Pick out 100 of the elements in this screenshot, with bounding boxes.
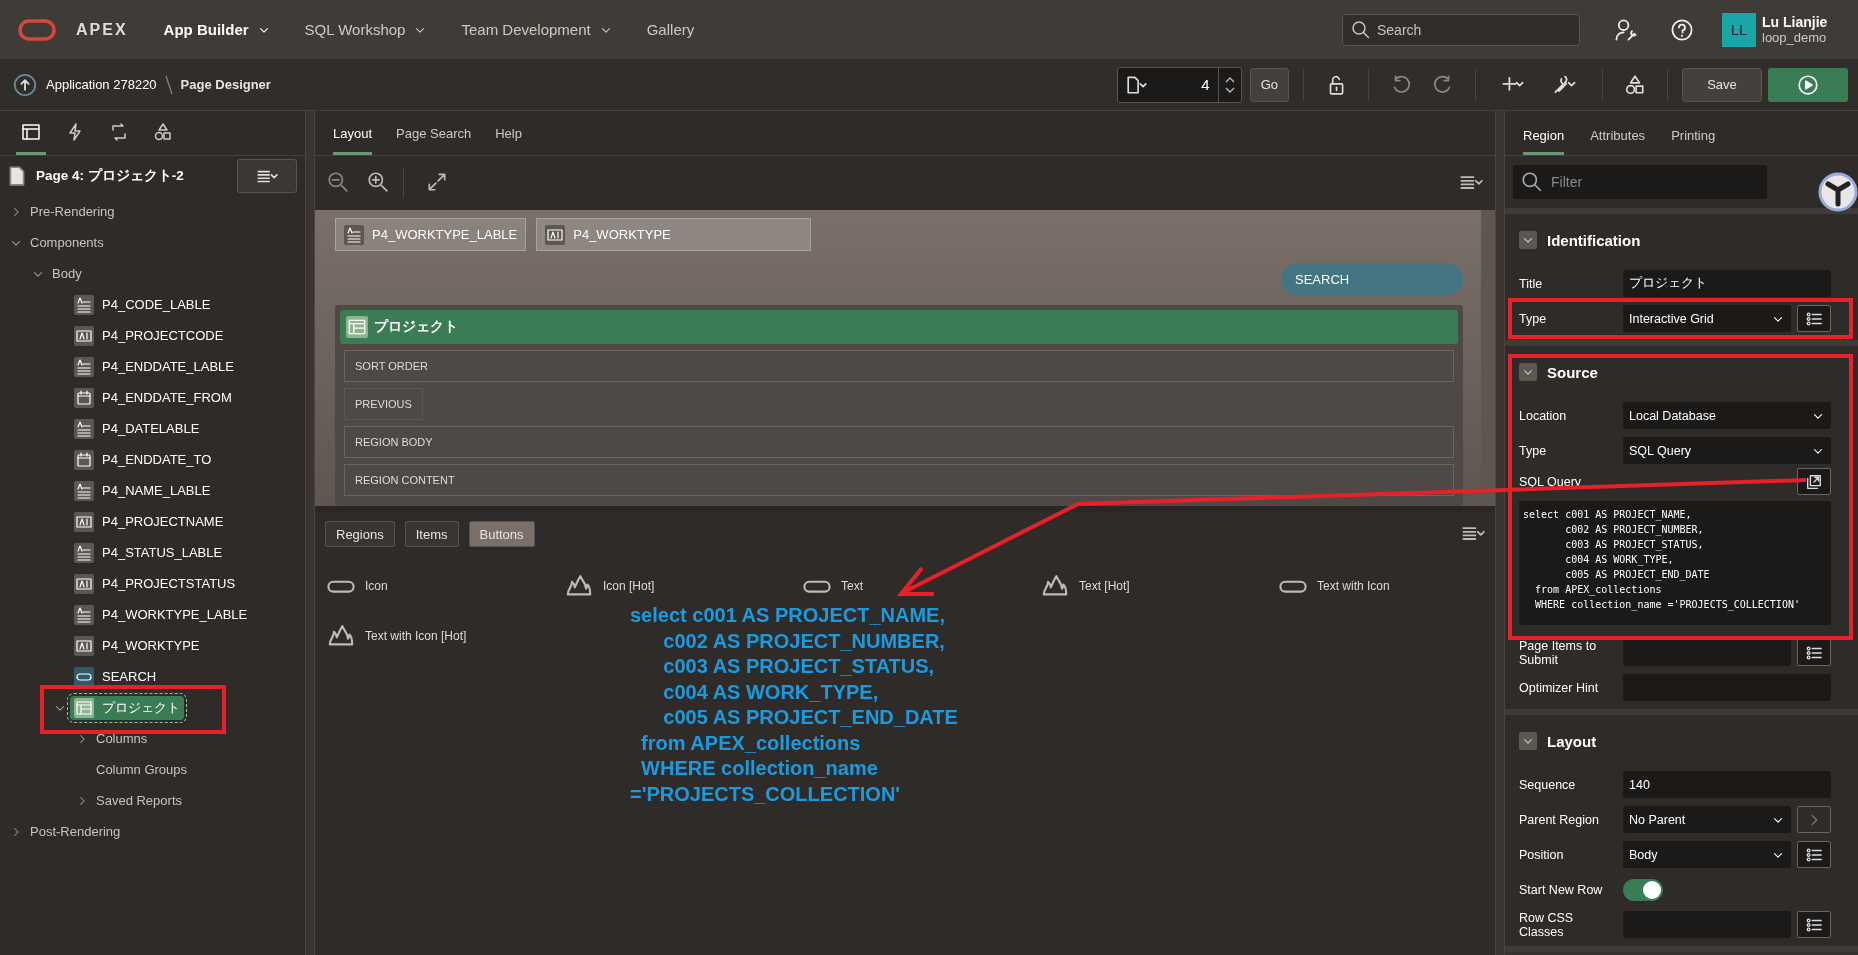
nav-menu-item[interactable]: Team Development <box>461 21 613 38</box>
tree-node[interactable]: P4_ENDDATE_TO <box>70 447 216 472</box>
select-field[interactable]: Local Database <box>1623 402 1831 429</box>
page-number-field[interactable]: 4 <box>1155 75 1218 94</box>
text-field[interactable]: 140 <box>1623 771 1831 798</box>
assistant-logo-icon <box>1818 172 1858 212</box>
collapse-button[interactable] <box>1519 732 1537 750</box>
tree-node[interactable]: Post-Rendering <box>26 821 125 842</box>
tree-node[interactable]: P4_ENDDATE_LABLE <box>70 354 238 379</box>
button-template[interactable]: Text with Icon [Hot] <box>327 622 565 650</box>
drop-zone[interactable]: PREVIOUS <box>344 388 423 420</box>
tab[interactable]: Attributes <box>1590 111 1646 155</box>
collapse-button[interactable] <box>1519 363 1537 381</box>
tab[interactable]: Printing <box>1671 111 1716 155</box>
drop-zone[interactable]: REGION CONTENT <box>344 464 1454 496</box>
list-icon <box>1805 845 1823 864</box>
tree-node[interactable]: P4_PROJECTCODE <box>70 323 228 348</box>
gallery-tab[interactable]: Items <box>404 521 459 547</box>
gallery-tab[interactable]: Buttons <box>468 521 535 547</box>
button-template[interactable]: Text [Hot] <box>1041 572 1279 600</box>
list-button[interactable] <box>1797 305 1831 332</box>
button-template[interactable]: Text <box>803 572 1041 600</box>
toggle-switch[interactable] <box>1623 878 1663 901</box>
search-field[interactable]: Search <box>1375 20 1559 39</box>
filter-field[interactable]: Filter <box>1549 173 1753 191</box>
tree-node[interactable]: Saved Reports <box>92 790 186 811</box>
page-icon <box>1125 73 1148 96</box>
button-template[interactable]: Icon <box>327 572 565 600</box>
run-button[interactable] <box>1768 67 1848 102</box>
user-wrench-icon <box>1614 17 1638 42</box>
tree-node[interactable]: プロジェクト <box>70 695 184 720</box>
list-button[interactable] <box>1797 841 1831 868</box>
filter-box[interactable]: Filter <box>1513 165 1767 199</box>
save-button[interactable]: Save <box>1682 67 1762 102</box>
workspace-name: loop_demo <box>1762 30 1828 45</box>
menu-button[interactable] <box>237 159 297 193</box>
next-button[interactable] <box>1797 806 1831 833</box>
tree-node[interactable]: P4_DATELABLE <box>70 416 204 441</box>
tree-node[interactable]: P4_STATUS_LABLE <box>70 540 227 565</box>
region-block[interactable]: プロジェクト SORT ORDER PREVIOUS REGION BODY REGION CONTENT <box>335 305 1463 506</box>
region-title: プロジェクト <box>374 318 458 336</box>
tree-node[interactable]: P4_NAME_LABLE <box>70 478 215 503</box>
tree-node[interactable]: Pre-Rendering <box>26 201 119 222</box>
assistant-icon[interactable] <box>1818 172 1858 212</box>
tree-node[interactable]: P4_WORKTYPE_LABLE <box>70 602 252 627</box>
drop-zone[interactable]: SORT ORDER <box>344 350 1454 382</box>
tree-node[interactable]: SEARCH <box>70 664 161 689</box>
page-item[interactable]: P4_WORKTYPE_LABLE <box>335 218 527 251</box>
gallery-tab[interactable]: Regions <box>325 521 395 547</box>
section-title: Source <box>1547 363 1598 381</box>
text-field[interactable]: プロジェクト <box>1623 270 1831 297</box>
user-avatar[interactable]: LL <box>1722 12 1756 47</box>
go-button[interactable]: Go <box>1249 67 1289 102</box>
label-icon <box>74 604 94 625</box>
tab[interactable]: Layout <box>333 111 373 155</box>
tree-node[interactable]: Column Groups <box>92 759 192 780</box>
select-field[interactable]: Interactive Grid <box>1623 305 1791 332</box>
zoom-out-icon <box>327 170 349 193</box>
tree-node[interactable]: P4_WORKTYPE <box>70 633 204 658</box>
tree-node[interactable]: P4_CODE_LABLE <box>70 292 215 317</box>
drop-zone[interactable]: REGION BODY <box>344 426 1454 458</box>
expand-editor-button[interactable] <box>1797 468 1831 495</box>
search-button[interactable]: SEARCH <box>1281 263 1463 295</box>
page-item[interactable]: P4_WORKTYPE <box>536 218 812 251</box>
page-selector[interactable]: 4 <box>1116 66 1242 103</box>
expand-icon <box>426 170 448 193</box>
select-field[interactable]: Body <box>1623 841 1791 868</box>
product-name: APEX <box>76 20 128 39</box>
search-box[interactable]: Search <box>1342 13 1580 46</box>
rendering-icon <box>21 121 41 142</box>
button-template[interactable]: Icon [Hot] <box>565 572 803 600</box>
tree-node[interactable]: P4_ENDDATE_FROM <box>70 385 236 410</box>
tab[interactable]: Help <box>495 111 522 155</box>
list-button[interactable] <box>1797 911 1831 938</box>
nav-menu-item[interactable]: Gallery <box>646 21 695 38</box>
label-icon <box>74 480 94 501</box>
select-field[interactable]: No Parent <box>1623 806 1791 833</box>
tree-node[interactable]: Components <box>26 232 108 253</box>
tree-node[interactable]: Body <box>48 263 86 284</box>
label-icon <box>74 294 94 315</box>
list-button[interactable] <box>1797 639 1831 666</box>
select-field[interactable]: SQL Query <box>1623 437 1831 464</box>
tab[interactable]: Page Search <box>396 111 472 155</box>
breadcrumb-link[interactable]: Application 278220 <box>46 77 157 92</box>
collapse-button[interactable] <box>1519 231 1537 249</box>
text-field[interactable] <box>1623 639 1791 666</box>
button-template[interactable]: Text with Icon <box>1279 572 1495 600</box>
logo-icon[interactable] <box>18 18 56 41</box>
tree-node[interactable]: P4_PROJECTNAME <box>70 509 228 534</box>
nav-menu-item[interactable]: App Builder <box>163 21 271 38</box>
tree-node[interactable]: Columns <box>92 728 152 749</box>
search-icon <box>1351 19 1371 40</box>
text-icon <box>74 325 94 346</box>
label-icon <box>74 418 94 439</box>
tree-node[interactable]: P4_PROJECTSTATUS <box>70 571 240 596</box>
code-editor[interactable]: select c001 AS PROJECT_NAME, c002 AS PROJECT_NUMBER, c003 AS PROJECT_STATUS, c004 AS WORK_TYPE, c005 AS PROJECT_END_DATE from APEX_collections WHERE collection_name ='PROJECTS_COLLECTION' <box>1519 501 1831 625</box>
nav-menu-item[interactable]: SQL Workshop <box>304 21 428 38</box>
property-label: Page Items to Submit <box>1519 638 1598 667</box>
date-icon <box>74 449 94 470</box>
text-icon <box>545 224 566 245</box>
